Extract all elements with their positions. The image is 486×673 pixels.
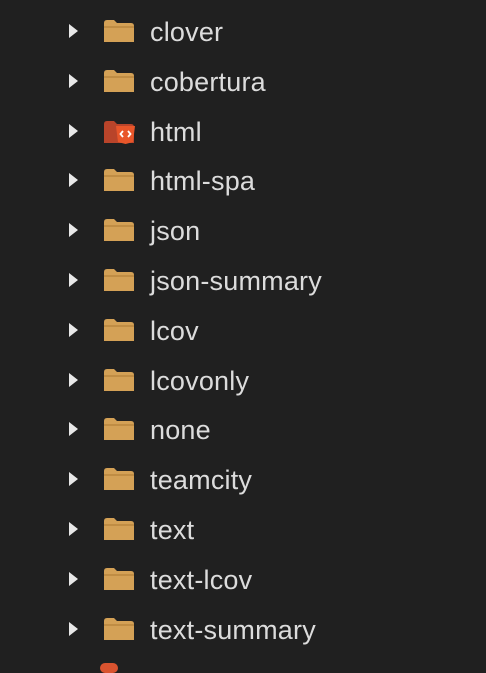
tree-item-json-summary[interactable]: json-summary bbox=[0, 256, 486, 306]
tree-item-none[interactable]: none bbox=[0, 405, 486, 455]
tree-item-cobertura[interactable]: cobertura bbox=[0, 57, 486, 107]
chevron-right-icon[interactable] bbox=[69, 24, 78, 38]
tree-item-html[interactable]: html bbox=[0, 107, 486, 157]
tree-item-json[interactable]: json bbox=[0, 206, 486, 256]
partial-next-item-icon bbox=[100, 663, 118, 673]
folder-icon bbox=[104, 617, 134, 640]
tree-item-clover[interactable]: clover bbox=[0, 7, 486, 57]
chevron-right-icon[interactable] bbox=[69, 422, 78, 437]
folder-icon bbox=[104, 169, 134, 192]
chevron-right-icon[interactable] bbox=[69, 223, 78, 238]
folder-icon bbox=[104, 69, 134, 92]
tree-item-label: text-lcov bbox=[150, 564, 253, 595]
folder-icon bbox=[104, 268, 134, 291]
chevron-right-icon[interactable] bbox=[69, 521, 78, 536]
html-folder-icon bbox=[104, 120, 135, 144]
folder-icon bbox=[104, 219, 134, 242]
chevron-right-icon[interactable] bbox=[69, 571, 78, 586]
tree-item-label: none bbox=[150, 415, 211, 446]
tree-item-lcovonly[interactable]: lcovonly bbox=[0, 356, 486, 406]
chevron-right-icon[interactable] bbox=[69, 173, 78, 188]
tree-item-lcov[interactable]: lcov bbox=[0, 306, 486, 356]
tree-item-label: lcovonly bbox=[150, 365, 250, 396]
tree-item-label: json bbox=[150, 216, 201, 247]
chevron-right-icon[interactable] bbox=[69, 621, 78, 636]
chevron-right-icon[interactable] bbox=[69, 272, 78, 287]
chevron-right-icon[interactable] bbox=[69, 372, 78, 387]
tree-item-teamcity[interactable]: teamcity bbox=[0, 455, 486, 505]
folder-icon bbox=[104, 517, 134, 540]
tree-item-label: text-summary bbox=[150, 614, 316, 645]
tree-item-label: clover bbox=[150, 17, 224, 47]
tree-item-html-spa[interactable]: html-spa bbox=[0, 156, 486, 206]
tree-item-text-summary[interactable]: text-summary bbox=[0, 605, 486, 655]
tree-item-label: teamcity bbox=[150, 465, 253, 496]
tree-item-text-lcov[interactable]: text-lcov bbox=[0, 555, 486, 605]
tree-item-label: html-spa bbox=[150, 166, 256, 197]
chevron-right-icon[interactable] bbox=[69, 123, 78, 138]
tree-item-label: cobertura bbox=[150, 66, 266, 97]
folder-icon bbox=[104, 567, 134, 590]
folder-icon bbox=[104, 418, 134, 441]
tree-item-text[interactable]: text bbox=[0, 505, 486, 555]
chevron-right-icon[interactable] bbox=[69, 73, 78, 88]
chevron-right-icon[interactable] bbox=[69, 472, 78, 487]
folder-icon bbox=[104, 20, 134, 42]
tree-item-label: html bbox=[150, 116, 202, 147]
chevron-right-icon[interactable] bbox=[69, 322, 78, 337]
file-explorer-tree: clover cobertura html html-spa json json… bbox=[0, 7, 486, 654]
folder-icon bbox=[104, 318, 134, 341]
folder-icon bbox=[104, 468, 134, 491]
tree-item-label: text bbox=[150, 514, 195, 545]
tree-item-label: json-summary bbox=[150, 265, 322, 296]
folder-icon bbox=[104, 368, 134, 391]
tree-item-label: lcov bbox=[150, 315, 199, 346]
